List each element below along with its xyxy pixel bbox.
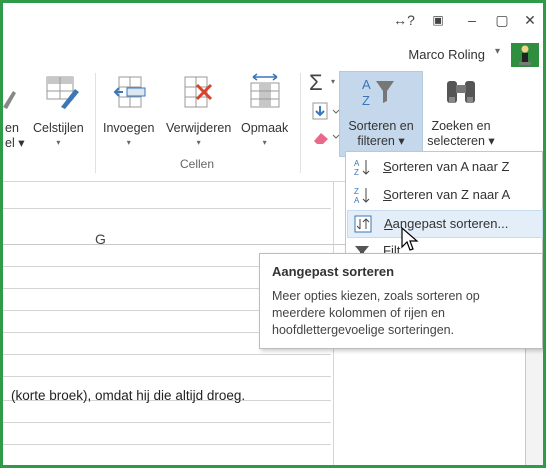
sort-filter-icon: A Z xyxy=(362,77,394,108)
column-header-g[interactable]: G xyxy=(95,231,106,247)
delete-cells-icon xyxy=(184,76,213,108)
menu-item-sort-a-z[interactable]: A Z Sorteren van A naar Z xyxy=(347,154,541,180)
avatar[interactable] xyxy=(511,43,539,67)
insert-button[interactable]: Invoegen ▾ xyxy=(103,121,154,148)
user-name[interactable]: Marco Roling xyxy=(408,47,485,62)
close-button[interactable]: ✕ xyxy=(519,11,541,29)
grid-line xyxy=(3,208,331,209)
sort-filter-label-block: Sorteren en filteren ▾ xyxy=(342,119,420,149)
cell-styles-label: Celstijlen xyxy=(33,121,84,135)
chevron-down-icon: ▾ xyxy=(262,138,267,147)
partial-label-2: el ▾ xyxy=(5,136,25,150)
sort-filter-label-2: filteren ▾ xyxy=(357,134,405,148)
insert-label: Invoegen xyxy=(103,121,155,135)
cell-styles-icon xyxy=(46,76,79,109)
format-label: Opmaak xyxy=(241,121,289,135)
account-row: Marco Roling ▾ xyxy=(3,41,543,69)
grid-line xyxy=(3,422,331,423)
cell-styles-button[interactable]: Celstijlen ▾ xyxy=(33,121,84,148)
help-icon[interactable]: ↔? xyxy=(393,11,415,29)
partial-brush-icon xyxy=(3,91,16,109)
tooltip-body: Meer opties kiezen, zoals sorteren op me… xyxy=(272,289,480,337)
grid-line xyxy=(3,444,331,445)
mouse-cursor-icon xyxy=(401,227,419,251)
custom-sort-icon xyxy=(354,215,372,233)
menu-item-sort-z-a[interactable]: Z A Sorteren van Z naar A xyxy=(347,182,541,208)
svg-text:A: A xyxy=(362,77,371,92)
find-select-label-1: Zoeken en xyxy=(431,119,491,133)
custom-sort-tooltip: Aangepast sorteren Meer opties kiezen, z… xyxy=(259,253,543,349)
svg-text:A: A xyxy=(354,159,360,168)
partial-label-1: en xyxy=(5,121,19,135)
sort-filter-menu: A Z Sorteren van A naar Z Z A Sorteren v… xyxy=(345,151,543,257)
delete-button[interactable]: Verwijderen ▾ xyxy=(166,121,231,148)
maximize-button[interactable]: ▢ xyxy=(491,11,513,29)
ribbon-separator xyxy=(300,73,301,173)
cells-group-label: Cellen xyxy=(180,157,215,171)
sort-a-z-icon: A Z xyxy=(354,159,370,176)
ribbon-separator xyxy=(95,73,96,173)
tooltip-title: Aangepast sorteren xyxy=(272,264,395,279)
binoculars-icon xyxy=(447,81,475,103)
insert-cells-icon xyxy=(113,76,146,108)
find-select-button[interactable]: Zoeken en selecteren ▾ xyxy=(423,119,499,149)
autosum-icon[interactable]: Σ xyxy=(309,71,323,95)
menu-item-label: Sorteren van A naar Z xyxy=(383,159,510,174)
grid-line xyxy=(3,354,331,355)
fill-icon[interactable] xyxy=(311,101,341,123)
format-cells-icon xyxy=(250,73,280,108)
cell-text[interactable]: (korte broek), omdat hij die altijd droe… xyxy=(11,388,245,403)
chevron-down-icon[interactable]: ▾ xyxy=(331,77,335,86)
ribbon-display-options-icon[interactable]: ▣ xyxy=(427,11,449,29)
title-bar: ↔? ▣ – ▢ ✕ xyxy=(3,3,543,41)
grid-line xyxy=(3,376,331,377)
menu-item-custom-sort[interactable]: Aangepast sorteren... xyxy=(347,210,543,238)
svg-text:Z: Z xyxy=(354,168,359,176)
delete-label: Verwijderen xyxy=(166,121,232,135)
clear-icon[interactable] xyxy=(311,127,341,147)
svg-text:Z: Z xyxy=(362,93,370,108)
sort-filter-label-1: Sorteren en xyxy=(348,119,414,133)
user-caret-icon[interactable]: ▾ xyxy=(495,46,500,57)
format-button[interactable]: Opmaak ▾ xyxy=(241,121,288,148)
menu-item-filter[interactable]: Filt xyxy=(347,238,541,254)
find-select-label-2: selecteren ▾ xyxy=(427,134,495,148)
menu-item-label: Sorteren van Z naar A xyxy=(383,187,511,202)
excel-window: ↔? ▣ – ▢ ✕ Marco Roling ▾ en el ▾ Celsti… xyxy=(0,0,546,468)
chevron-down-icon: ▾ xyxy=(196,138,201,147)
svg-text:A: A xyxy=(354,196,360,204)
chevron-down-icon: ▾ xyxy=(126,138,131,147)
svg-text:Z: Z xyxy=(354,187,359,196)
sort-z-a-icon: Z A xyxy=(354,187,370,204)
chevron-down-icon: ▾ xyxy=(56,138,61,147)
minimize-button[interactable]: – xyxy=(461,11,483,29)
partial-format-as-table-button[interactable]: en el ▾ xyxy=(5,121,24,151)
